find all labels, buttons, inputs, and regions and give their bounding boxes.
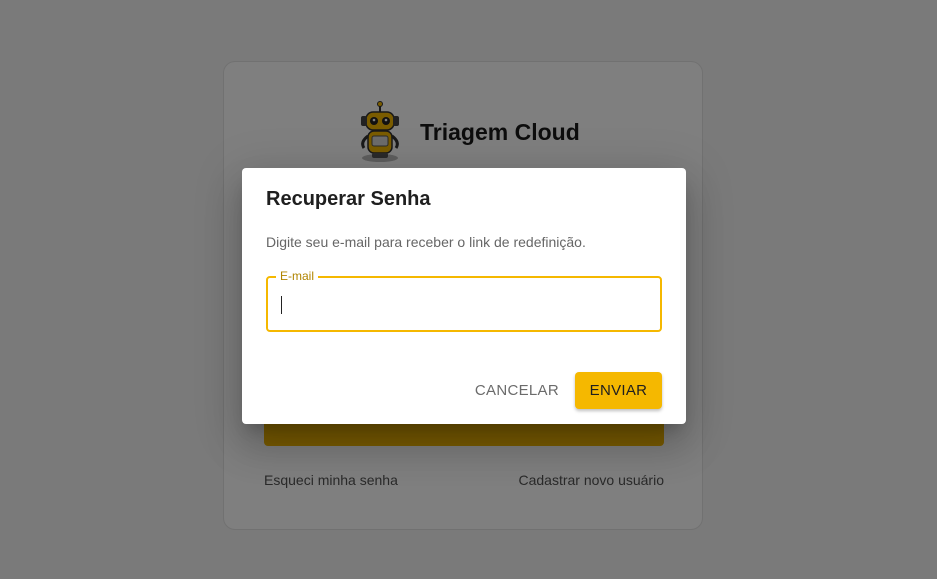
email-field[interactable]: E-mail	[266, 269, 662, 332]
cancel-button[interactable]: CANCELAR	[467, 374, 567, 407]
text-cursor	[281, 296, 282, 314]
dialog-actions: CANCELAR ENVIAR	[467, 372, 662, 409]
email-label: E-mail	[276, 269, 319, 283]
dialog-description: Digite seu e-mail para receber o link de…	[266, 234, 586, 250]
send-button[interactable]: ENVIAR	[575, 372, 662, 409]
dialog-title: Recuperar Senha	[266, 188, 431, 210]
recover-password-dialog: Recuperar Senha Digite seu e-mail para r…	[242, 168, 686, 424]
email-input[interactable]	[280, 288, 650, 320]
